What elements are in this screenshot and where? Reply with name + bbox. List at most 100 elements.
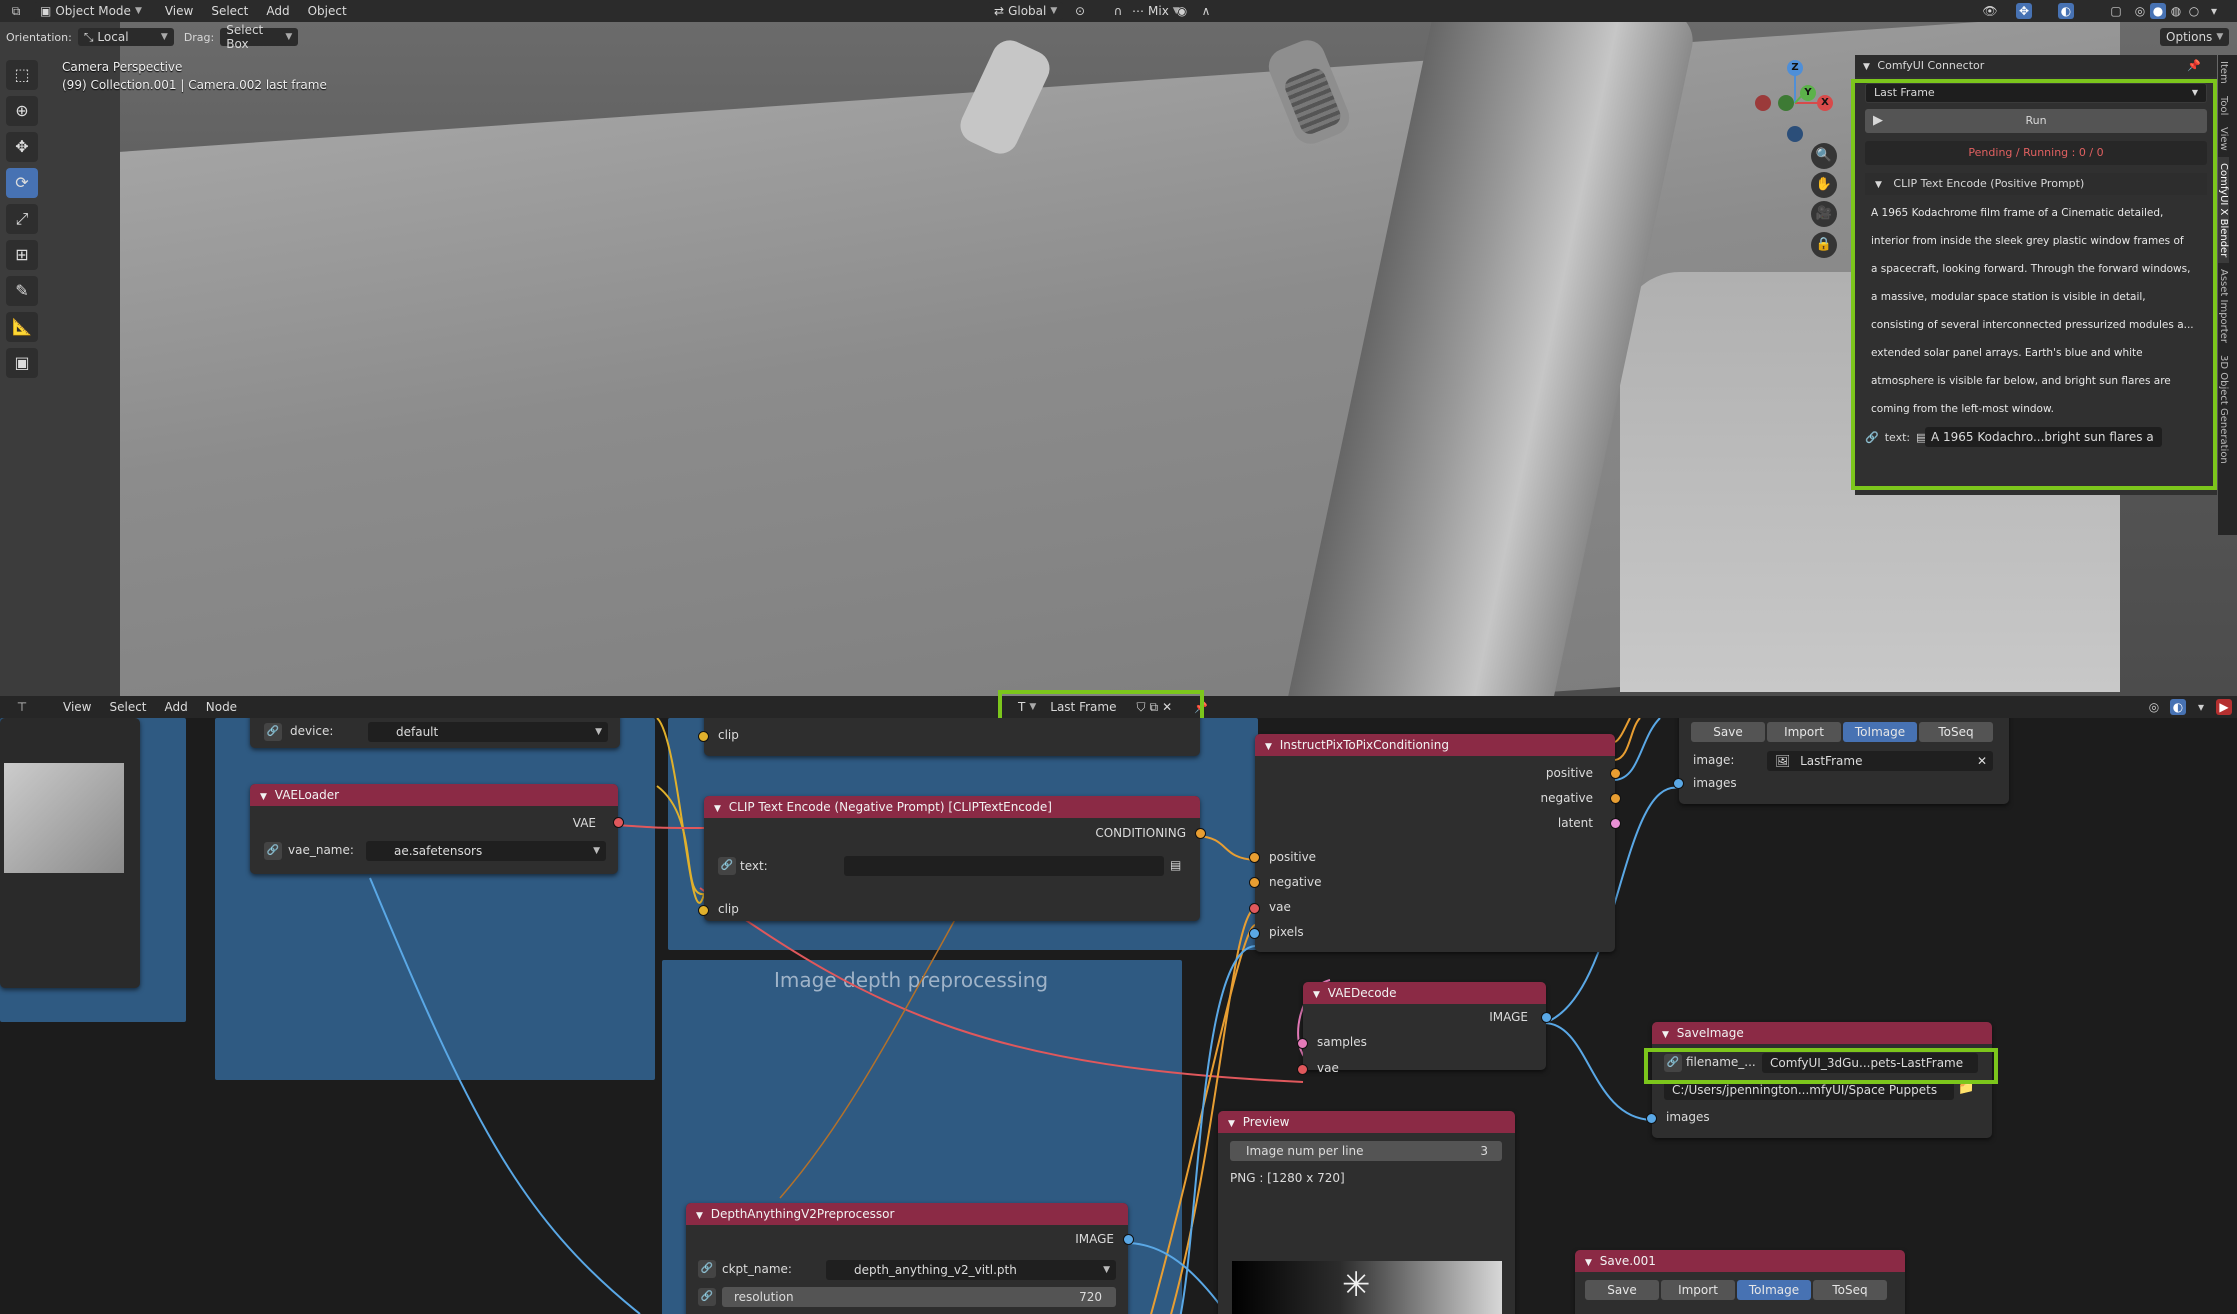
overlay-toggle-icon[interactable]: ◐ bbox=[2170, 699, 2186, 715]
text-editor-icon[interactable]: ▤ bbox=[1170, 858, 1181, 872]
falloff-icon[interactable]: ∧ bbox=[1198, 3, 1214, 19]
scale-tool-icon[interactable]: ⤢ bbox=[6, 204, 38, 234]
lock-icon[interactable]: 🔒 bbox=[1811, 232, 1837, 258]
transform-tool-icon[interactable]: ⊞ bbox=[6, 240, 38, 270]
editor-type-icon[interactable]: ⊤ bbox=[14, 699, 30, 715]
wireframe-shading-icon[interactable]: ◎ bbox=[2132, 3, 2148, 19]
menu-select[interactable]: Select bbox=[202, 0, 257, 22]
node-menu-node[interactable]: Node bbox=[197, 696, 246, 718]
images-input-socket[interactable] bbox=[1646, 1113, 1657, 1124]
gizmo-neg-y-icon[interactable] bbox=[1778, 95, 1794, 111]
node-title[interactable]: ▼ Save.001 bbox=[1575, 1250, 1905, 1272]
to-seq-button[interactable]: ToSeq bbox=[1813, 1280, 1887, 1300]
device-dropdown[interactable]: default ▼ bbox=[368, 722, 608, 742]
gizmo-x-icon[interactable]: X bbox=[1817, 95, 1833, 111]
tab-3d-object-generation[interactable]: 3D Object Generation bbox=[2218, 349, 2229, 470]
link-icon[interactable]: 🔗 bbox=[264, 723, 282, 741]
link-icon[interactable]: 🔗 bbox=[264, 842, 282, 860]
options-dropdown[interactable]: Options ▼ bbox=[2160, 28, 2230, 46]
negative-output-socket[interactable] bbox=[1610, 793, 1621, 804]
close-icon[interactable]: ✕ bbox=[1977, 751, 1987, 771]
measure-tool-icon[interactable]: 📐 bbox=[6, 312, 38, 342]
tab-tool[interactable]: Tool bbox=[2218, 90, 2229, 121]
clip-input-socket[interactable] bbox=[698, 731, 709, 742]
menu-object[interactable]: Object bbox=[299, 0, 356, 22]
positive-output-socket[interactable] bbox=[1610, 768, 1621, 779]
xray-icon[interactable]: ▢ bbox=[2108, 3, 2124, 19]
pan-hand-icon[interactable]: ✋ bbox=[1811, 172, 1837, 198]
positive-input-socket[interactable] bbox=[1249, 852, 1260, 863]
vae-name-dropdown[interactable]: ae.safetensors ▼ bbox=[366, 841, 606, 861]
clip-text-encode-node-top[interactable]: clip bbox=[698, 718, 1200, 756]
node-title[interactable]: ▼ VAEDecode bbox=[1303, 982, 1546, 1004]
link-icon[interactable]: 🔗 bbox=[698, 1288, 716, 1306]
import-button[interactable]: Import bbox=[1767, 722, 1841, 742]
annotate-tool-icon[interactable]: ✎ bbox=[6, 276, 38, 306]
vae-input-socket[interactable] bbox=[1297, 1064, 1308, 1075]
vae-output-socket[interactable] bbox=[613, 817, 624, 828]
snap-icon[interactable]: ◎ bbox=[2146, 699, 2162, 715]
resolution-field[interactable]: resolution 720 bbox=[722, 1287, 1116, 1307]
to-image-button[interactable]: ToImage bbox=[1843, 722, 1917, 742]
gizmo-toggle-icon[interactable]: ✥ bbox=[2016, 3, 2032, 19]
images-input-socket[interactable] bbox=[1673, 778, 1684, 789]
tab-view[interactable]: View bbox=[2218, 121, 2229, 157]
save-node-top[interactable]: Save Import ToImage ToSeq image: 🖼 LastF… bbox=[1673, 718, 2009, 804]
select-box-tool-icon[interactable]: ⬚ bbox=[6, 60, 38, 90]
gizmo-y-icon[interactable]: Y bbox=[1800, 85, 1816, 101]
tab-comfyui-x-blender[interactable]: ComfyUI X Blender bbox=[2218, 156, 2229, 264]
gizmo-neg-x-icon[interactable] bbox=[1755, 95, 1771, 111]
drag-dropdown[interactable]: Select Box ▼ bbox=[220, 23, 299, 51]
panel-title-row[interactable]: ▼ ComfyUI Connector 📌 bbox=[1855, 55, 2217, 77]
ckpt-name-dropdown[interactable]: depth_anything_v2_vitl.pth ▼ bbox=[826, 1260, 1116, 1280]
link-icon[interactable]: 🔗 bbox=[698, 1260, 716, 1278]
cursor-tool-icon[interactable]: ⊕ bbox=[6, 96, 38, 126]
to-seq-button[interactable]: ToSeq bbox=[1919, 722, 1993, 742]
samples-input-socket[interactable] bbox=[1297, 1038, 1308, 1049]
visibility-icon[interactable]: 👁 bbox=[1982, 3, 1998, 19]
node-editor-canvas[interactable]: Image depth preprocessing 🔗 device: defa… bbox=[0, 718, 2237, 1314]
node-title[interactable]: ▼ VAELoader bbox=[250, 784, 618, 806]
tab-asset-importer[interactable]: Asset Importer bbox=[2218, 263, 2229, 349]
save-button[interactable]: Save bbox=[1585, 1280, 1659, 1300]
overlay-options-icon[interactable]: ▾ bbox=[2193, 699, 2209, 715]
node-title[interactable]: ▼ InstructPixToPixConditioning bbox=[1255, 734, 1615, 756]
pin-icon[interactable]: 📌 bbox=[2187, 55, 2201, 77]
pixels-input-socket[interactable] bbox=[1249, 928, 1260, 939]
vae-decode-node[interactable]: ▼ VAEDecode IMAGE samples vae bbox=[1297, 982, 1552, 1075]
camera-view-icon[interactable]: 🎥 bbox=[1811, 201, 1837, 227]
add-cube-tool-icon[interactable]: ▣ bbox=[6, 348, 38, 378]
menu-add[interactable]: Add bbox=[257, 0, 298, 22]
editor-type-icon[interactable]: ⧉ bbox=[8, 3, 24, 19]
save-001-node[interactable]: ▼ Save.001 Save Import ToImage ToSeq bbox=[1575, 1250, 1905, 1314]
solid-shading-icon[interactable]: ● bbox=[2150, 3, 2166, 19]
image-num-field[interactable]: Image num per line 3 bbox=[1230, 1141, 1502, 1161]
clip-text-encode-negative-node[interactable]: ▼ CLIP Text Encode (Negative Prompt) [CL… bbox=[698, 796, 1206, 921]
device-node[interactable]: 🔗 device: default ▼ bbox=[250, 718, 620, 748]
save-button[interactable]: Save bbox=[1691, 722, 1765, 742]
conditioning-output-socket[interactable] bbox=[1195, 828, 1206, 839]
instruct-pix2pix-node[interactable]: ▼ InstructPixToPixConditioning positive … bbox=[1249, 734, 1621, 952]
node-title[interactable]: ▼ CLIP Text Encode (Negative Prompt) [CL… bbox=[704, 796, 1200, 818]
clip-input-socket[interactable] bbox=[698, 905, 709, 916]
negative-input-socket[interactable] bbox=[1249, 877, 1260, 888]
vae-loader-node[interactable]: ▼ VAELoader VAE 🔗 vae_name: ae.safetenso… bbox=[250, 784, 624, 874]
snap-magnet-icon[interactable]: ∩ bbox=[1110, 3, 1126, 19]
image-output-socket[interactable] bbox=[1541, 1012, 1552, 1023]
pivot-icon[interactable]: ⊙ bbox=[1072, 3, 1088, 19]
node-title[interactable]: ▼ Preview bbox=[1218, 1111, 1515, 1133]
zoom-icon[interactable]: 🔍 bbox=[1811, 143, 1837, 169]
link-icon[interactable]: 🔗 bbox=[718, 857, 736, 875]
record-icon[interactable]: ▶ bbox=[2216, 699, 2232, 715]
node-menu-view[interactable]: View bbox=[54, 696, 100, 718]
navigation-gizmo[interactable]: Z X Y bbox=[1750, 58, 1840, 148]
orientation-dropdown[interactable]: ⤡ Local ▼ bbox=[77, 28, 174, 46]
to-image-button[interactable]: ToImage bbox=[1737, 1280, 1811, 1300]
rendered-shading-icon[interactable]: ○ bbox=[2186, 3, 2202, 19]
overlay-toggle-icon[interactable]: ◐ bbox=[2058, 3, 2074, 19]
gizmo-neg-z-icon[interactable] bbox=[1787, 126, 1803, 142]
menu-view[interactable]: View bbox=[156, 0, 202, 22]
depth-anything-node[interactable]: ▼ DepthAnythingV2Preprocessor IMAGE 🔗 ck… bbox=[686, 1203, 1134, 1314]
image-output-socket[interactable] bbox=[1123, 1234, 1134, 1245]
transform-orientation-dropdown[interactable]: ⇄ Global ▼ bbox=[988, 2, 1064, 20]
